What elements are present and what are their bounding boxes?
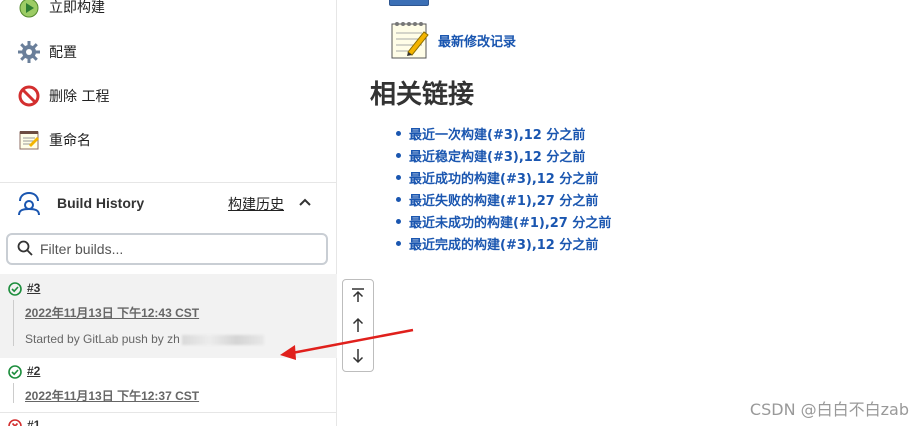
- task-configure[interactable]: 配置: [16, 37, 77, 67]
- task-delete-project[interactable]: 删除 工程: [16, 81, 109, 111]
- build-row[interactable]: #3 2022年11月13日 下午12:43 CST Started by Gi…: [0, 274, 337, 358]
- timeline-line: [13, 300, 14, 346]
- filter-builds-field[interactable]: [6, 233, 328, 265]
- arrow-down-icon[interactable]: [343, 341, 373, 371]
- workspace-icon[interactable]: [389, 0, 429, 6]
- scroll-to-top-icon[interactable]: [343, 280, 373, 310]
- list-item: 最近一次构建(#3),12 分之前: [394, 124, 611, 146]
- related-link[interactable]: 最近未成功的构建(#1),27 分之前: [409, 216, 611, 231]
- build-number-link[interactable]: #1: [27, 418, 40, 426]
- list-item: 最近未成功的构建(#1),27 分之前: [394, 212, 611, 234]
- list-item: 最近失败的构建(#1),27 分之前: [394, 190, 611, 212]
- build-date-link[interactable]: 2022年11月13日 下午12:43 CST: [25, 304, 199, 321]
- task-label: 删除 工程: [49, 89, 110, 105]
- list-item: 最近成功的构建(#3),12 分之前: [394, 168, 611, 190]
- build-now-icon: [16, 0, 42, 20]
- redacted-text: [181, 334, 264, 345]
- filter-builds-input[interactable]: [40, 241, 310, 257]
- main-panel: 最新修改记录 相关链接 最近一次构建(#3),12 分之前 最近稳定构建(#3)…: [338, 0, 923, 426]
- gear-icon: [16, 39, 42, 65]
- task-build-now[interactable]: 立即构建: [16, 0, 105, 22]
- build-history-icon: [16, 191, 42, 217]
- related-link[interactable]: 最近完成的构建(#3),12 分之前: [409, 238, 598, 253]
- arrow-up-icon[interactable]: [343, 310, 373, 340]
- timeline-line: [13, 383, 14, 403]
- build-row[interactable]: #2 2022年11月13日 下午12:37 CST: [0, 358, 337, 412]
- build-date-link[interactable]: 2022年11月13日 下午12:37 CST: [25, 387, 199, 404]
- task-label: 重命名: [49, 133, 91, 149]
- related-links-list: 最近一次构建(#3),12 分之前 最近稳定构建(#3),12 分之前 最近成功…: [394, 124, 611, 256]
- build-history-title: Build History: [57, 195, 145, 211]
- jenkins-job-page: 立即构建 配置 删除 工程 重命名 Build History 构建历史 Fil…: [0, 0, 923, 426]
- recent-changes-link[interactable]: 最新修改记录: [438, 31, 516, 50]
- build-history-header: Build History 构建历史: [0, 182, 337, 224]
- task-rename[interactable]: 重命名: [16, 125, 91, 155]
- watermark: CSDN @白白不白zab: [749, 400, 909, 419]
- related-link[interactable]: 最近一次构建(#3),12 分之前: [409, 128, 585, 143]
- success-icon: [8, 365, 22, 379]
- build-row[interactable]: #1: [0, 412, 337, 426]
- build-trend-link[interactable]: 构建历史: [228, 194, 284, 214]
- list-item: 最近稳定构建(#3),12 分之前: [394, 146, 611, 168]
- task-label: 立即构建: [49, 0, 105, 16]
- build-cause: Started by GitLab push by zh: [25, 332, 264, 346]
- success-icon: [8, 282, 22, 296]
- build-number-link[interactable]: #3: [27, 281, 40, 295]
- failed-icon: [8, 419, 22, 426]
- no-entry-icon: [16, 83, 42, 109]
- notepad-icon: [388, 18, 432, 62]
- build-number-link[interactable]: #2: [27, 364, 40, 378]
- notepad-icon: [16, 127, 42, 153]
- sidebar: 立即构建 配置 删除 工程 重命名 Build History 构建历史 Fil…: [0, 0, 337, 426]
- chevron-up-icon[interactable]: [296, 193, 314, 211]
- task-label: 配置: [49, 45, 77, 61]
- related-link[interactable]: 最近稳定构建(#3),12 分之前: [409, 150, 585, 165]
- scroll-controls: [342, 279, 374, 372]
- related-links-heading: 相关链接: [370, 80, 475, 110]
- recent-changes-item[interactable]: 最新修改记录: [388, 18, 516, 62]
- related-link[interactable]: 最近成功的构建(#3),12 分之前: [409, 172, 598, 187]
- search-icon: [16, 239, 36, 259]
- list-item: 最近完成的构建(#3),12 分之前: [394, 234, 611, 256]
- related-link[interactable]: 最近失败的构建(#1),27 分之前: [409, 194, 598, 209]
